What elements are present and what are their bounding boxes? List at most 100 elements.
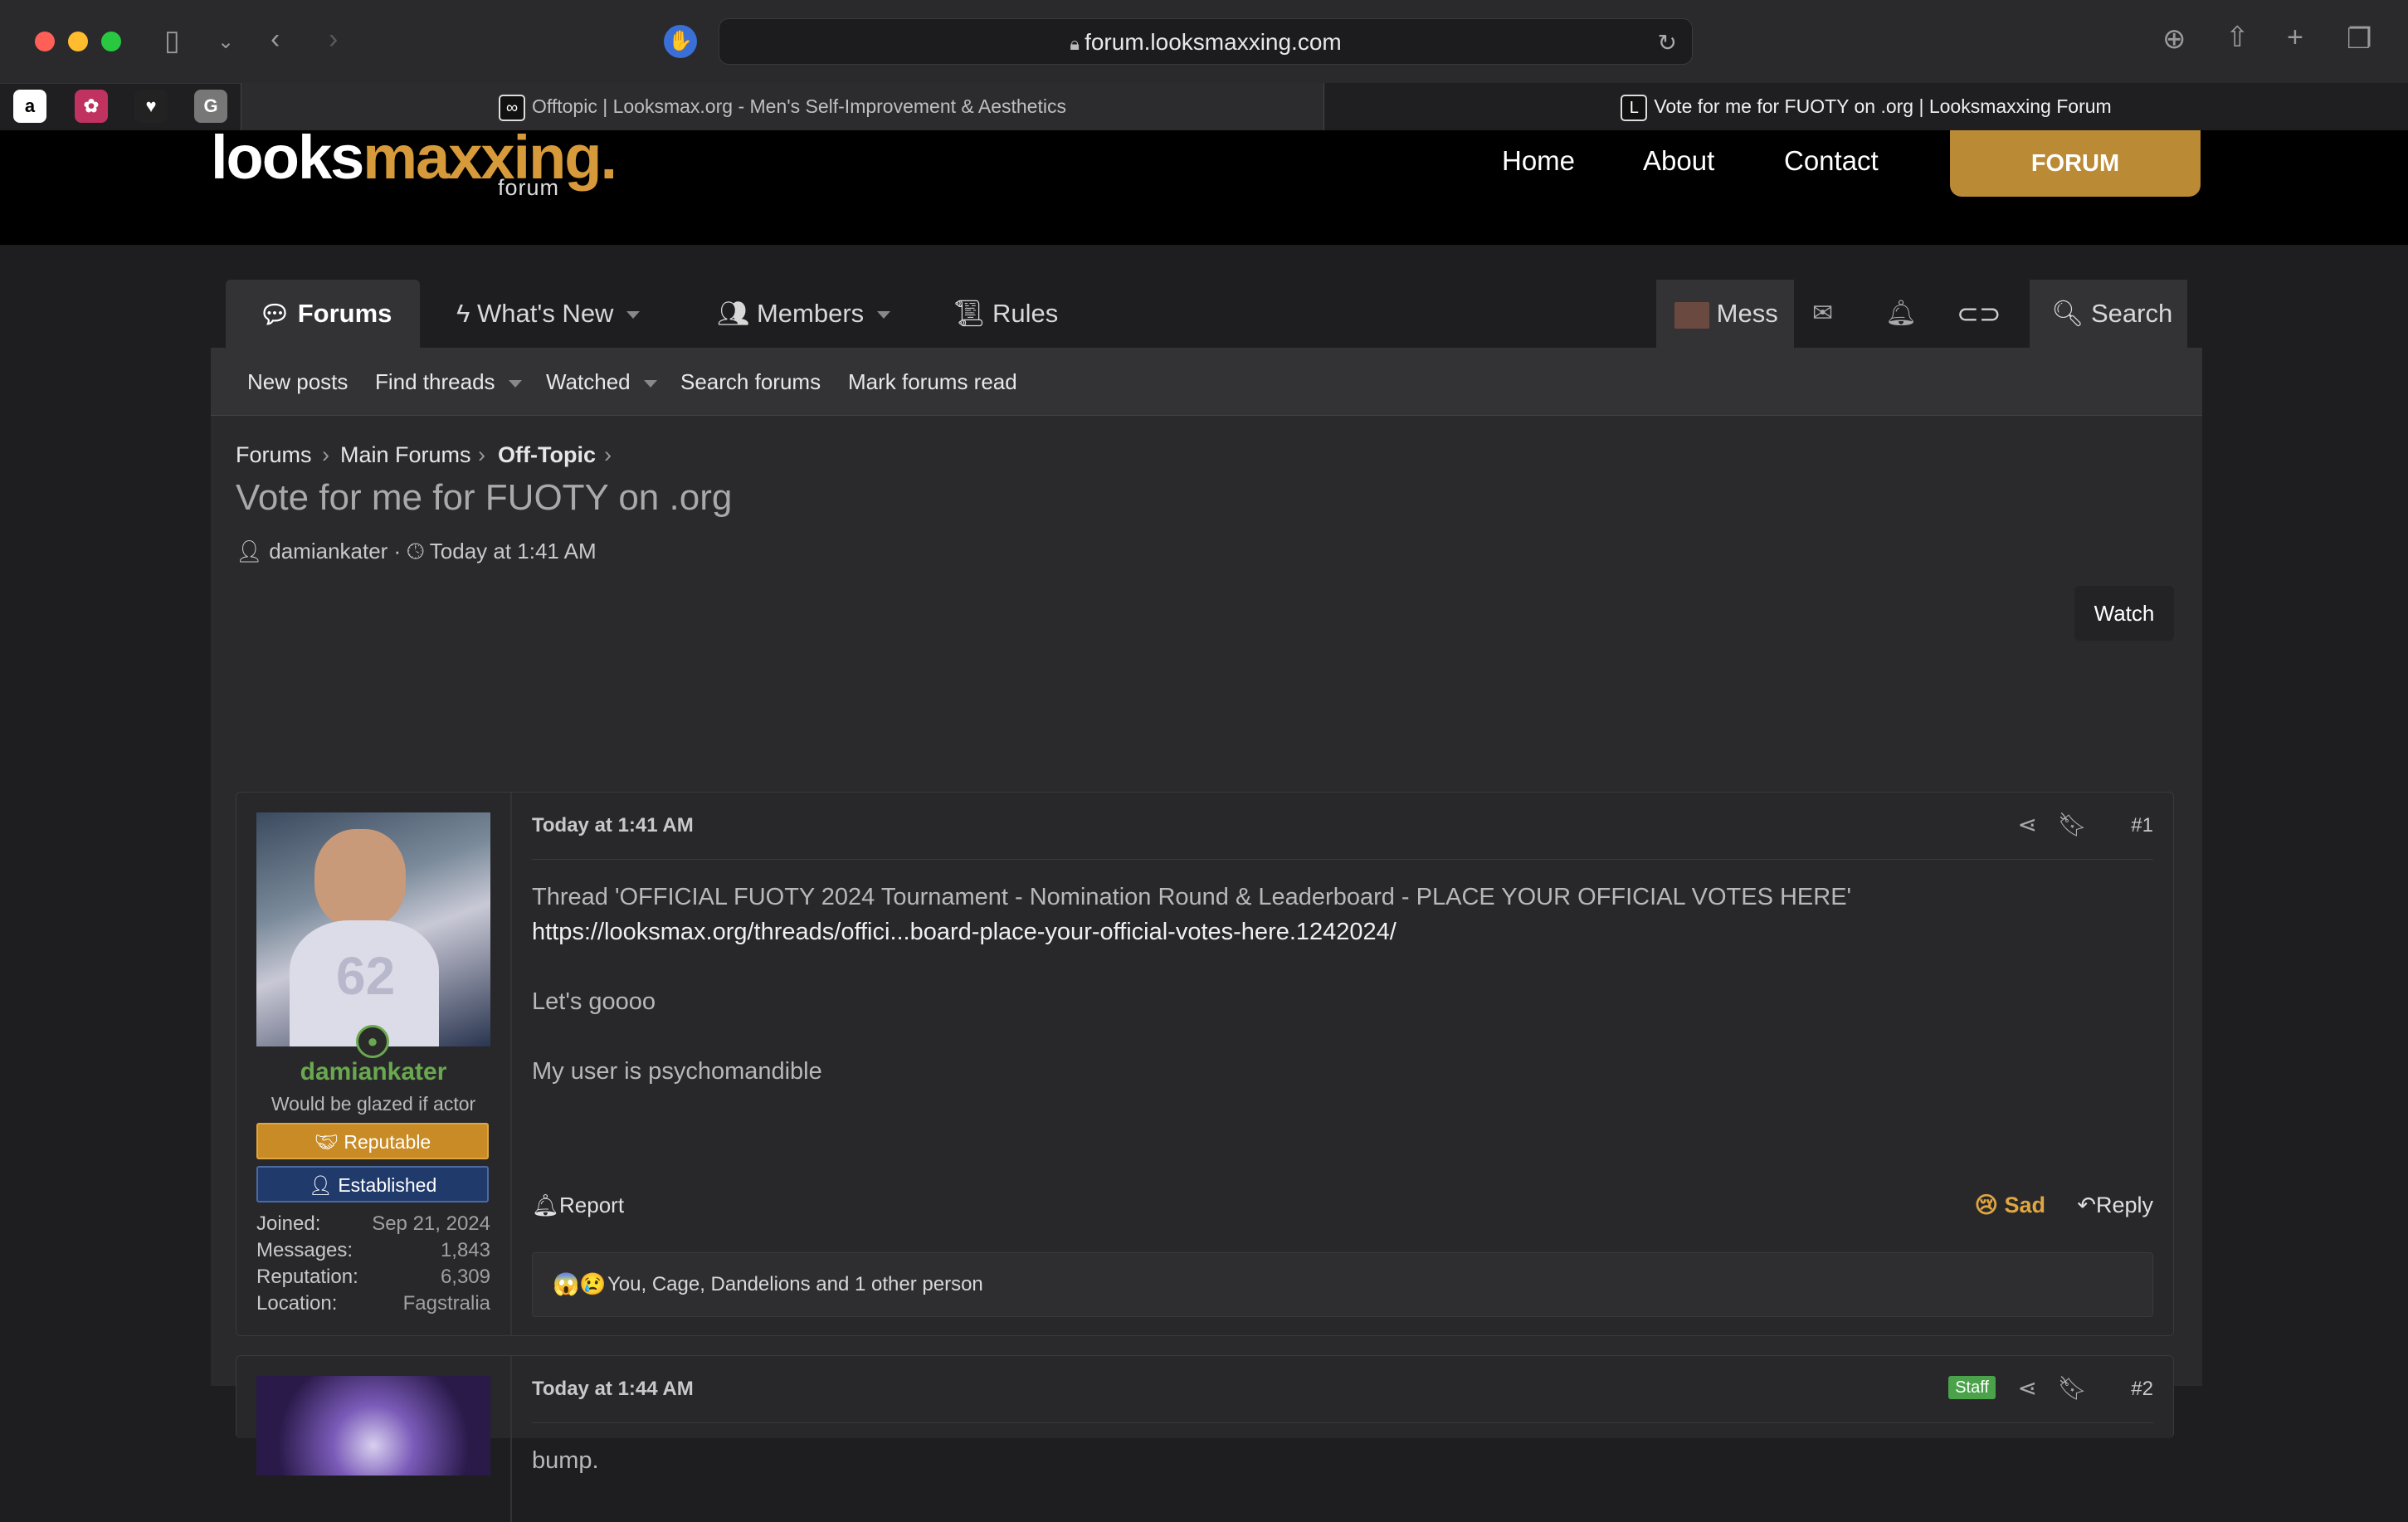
post-2: Today at 1:44 AM Staff ⋖ 🔖︎ #2 bump. (236, 1355, 2174, 1522)
contact-link[interactable]: Contact (1784, 145, 1879, 177)
handshake-icon: 🤝︎ (314, 1131, 339, 1153)
nav-rules[interactable]: 📜︎ Rules (953, 280, 1058, 348)
subnav-find-threads[interactable]: Find threads (375, 348, 522, 416)
stat-label: Reputation: (256, 1266, 358, 1288)
about-link[interactable]: About (1643, 145, 1714, 177)
chevron-down-icon[interactable]: ⌄ (217, 28, 234, 56)
post-text: bump. (532, 1447, 599, 1474)
pinned-tab-2[interactable]: ✿ (75, 90, 108, 123)
minimize-window-button[interactable] (68, 32, 88, 51)
logo-accent: maxxing. (363, 123, 617, 192)
tab-favicon-icon: ∞ (499, 94, 525, 121)
thread-content: Forums › Main Forums › Off-Topic › Vote … (211, 416, 2202, 1522)
post-username[interactable]: damiankater (256, 1058, 490, 1086)
bell-icon[interactable]: 🔔︎ (1885, 280, 1917, 348)
pinned-tab-3[interactable]: ♥ (134, 90, 168, 123)
breadcrumb-off-topic[interactable]: Off-Topic (498, 442, 596, 468)
staff-badge: Staff (1948, 1376, 1996, 1399)
reactions-bar[interactable]: 😱😢 You, Cage, Dandelions and 1 other per… (532, 1252, 2153, 1317)
thread-date[interactable]: Today at 1:41 AM (430, 539, 597, 563)
toggle-icon[interactable]: ⊂⊃ (1957, 280, 2001, 348)
caret-down-icon[interactable] (877, 311, 891, 320)
avatar[interactable] (256, 1376, 490, 1476)
post-time[interactable]: Today at 1:41 AM (532, 814, 694, 837)
close-window-button[interactable] (35, 32, 55, 51)
sidebar-icon[interactable]: ▯ (164, 27, 180, 55)
caret-down-icon[interactable] (626, 311, 641, 320)
nav-members[interactable]: 👥︎ Members (717, 280, 891, 348)
chat-icon: 💬︎ (259, 300, 291, 329)
tab-active[interactable]: L Vote for me for FUOTY on .org | Looksma… (1324, 83, 2408, 130)
nav-forums[interactable]: 💬︎ Forums (226, 280, 420, 348)
watch-button[interactable]: Watch (2074, 586, 2174, 641)
reply-button[interactable]: ↶Reply (2077, 1193, 2153, 1218)
reload-icon[interactable]: ↻ (1658, 29, 1677, 56)
divider (510, 793, 512, 1335)
chevron-right-icon: › (322, 442, 329, 467)
online-status-icon: ● (356, 1025, 389, 1058)
caret-down-icon[interactable] (643, 379, 657, 388)
thread-author[interactable]: damiankater (269, 539, 388, 563)
scroll-icon: 📜︎ (953, 299, 986, 328)
tab-label: Vote for me for FUOTY on .org | Looksmax… (1654, 95, 2112, 117)
user-icon: 👤︎ (236, 539, 264, 563)
share-icon[interactable]: ⋖ (2018, 1374, 2037, 1402)
established-badge: 👤︎ Established (256, 1166, 489, 1202)
pinned-tab-amazon[interactable]: a (13, 90, 46, 123)
nav-label: Forums (297, 299, 392, 328)
crying-face-icon: 😢︎ (1974, 1193, 1998, 1217)
envelope-icon[interactable]: ✉ (1812, 280, 1833, 348)
url-text: forum.looksmaxxing.com (1085, 29, 1342, 55)
caret-down-icon[interactable] (508, 379, 522, 388)
nav-whats-new[interactable]: ϟ What's New (456, 280, 641, 348)
chevron-right-icon: › (478, 442, 485, 467)
nav-messages[interactable]: Mess (1656, 280, 1794, 348)
post-number[interactable]: #2 (2131, 1378, 2153, 1401)
tab-overview-icon[interactable]: ❐ (2347, 25, 2371, 53)
breadcrumb-main-forums[interactable]: Main Forums (340, 442, 471, 468)
nav-search[interactable]: 🔍︎ Search (2030, 280, 2187, 348)
nav-label: Members (756, 299, 865, 328)
post-number[interactable]: #1 (2131, 814, 2153, 837)
reactions-summary[interactable]: You, Cage, Dandelions and 1 other person (607, 1273, 983, 1296)
reply-icon: ↶ (2077, 1193, 2096, 1217)
reaction-button[interactable]: 😢︎ Sad (1975, 1193, 2045, 1218)
downloads-icon[interactable]: ⊕ (2162, 25, 2186, 53)
bolt-icon: ϟ (456, 299, 470, 328)
site-header: looksmaxxing. forum Home About Contact F… (0, 123, 2408, 245)
breadcrumb-forums[interactable]: Forums (236, 442, 312, 468)
subnav-new-posts[interactable]: New posts (247, 348, 348, 416)
pinned-tab-4[interactable]: G (194, 90, 227, 123)
url-bar[interactable]: 🔒︎ forum.looksmaxxing.com ↻ (719, 18, 1693, 65)
bookmark-icon[interactable]: 🔖︎ (2057, 1374, 2087, 1402)
search-icon: 🔍︎ (2051, 299, 2084, 328)
back-icon[interactable]: ‹ (271, 25, 280, 53)
zoom-window-button[interactable] (101, 32, 121, 51)
post-link[interactable]: https://looksmax.org/threads/offici...bo… (532, 919, 1397, 946)
home-link[interactable]: Home (1502, 145, 1575, 177)
post-text: Let's goooo (532, 988, 656, 1015)
report-button[interactable]: 🔔︎Report (532, 1193, 624, 1218)
forum-button[interactable]: FORUM (1950, 130, 2201, 197)
lock-icon: 🔒︎ (1070, 33, 1085, 54)
subnav-watched[interactable]: Watched (546, 348, 657, 416)
stat-location[interactable]: Fagstralia (403, 1292, 490, 1315)
report-label: Report (559, 1193, 625, 1217)
extension-shield-icon[interactable]: ✋ (664, 25, 697, 58)
forward-icon[interactable]: › (329, 25, 338, 53)
post-time[interactable]: Today at 1:44 AM (532, 1378, 694, 1401)
subnav-mark-read[interactable]: Mark forums read (848, 348, 1017, 416)
reaction-emoji-icon: 😱😢 (553, 1271, 607, 1296)
stat-joined: Sep 21, 2024 (372, 1212, 490, 1235)
stat-messages[interactable]: 1,843 (441, 1239, 490, 1262)
post-text: Thread 'OFFICIAL FUOTY 2024 Tournament -… (532, 884, 1852, 910)
share-icon[interactable]: ⇧ (2225, 23, 2250, 51)
reaction-label: Sad (2004, 1193, 2045, 1217)
new-tab-icon[interactable]: + (2287, 23, 2303, 51)
subnav-search-forums[interactable]: Search forums (680, 348, 821, 416)
bookmark-icon[interactable]: 🔖︎ (2057, 811, 2087, 838)
avatar[interactable]: 62 (256, 812, 490, 1046)
share-icon[interactable]: ⋖ (2018, 811, 2037, 838)
tab-favicon-icon: L (1621, 94, 1648, 121)
stat-label: Joined: (256, 1212, 321, 1235)
